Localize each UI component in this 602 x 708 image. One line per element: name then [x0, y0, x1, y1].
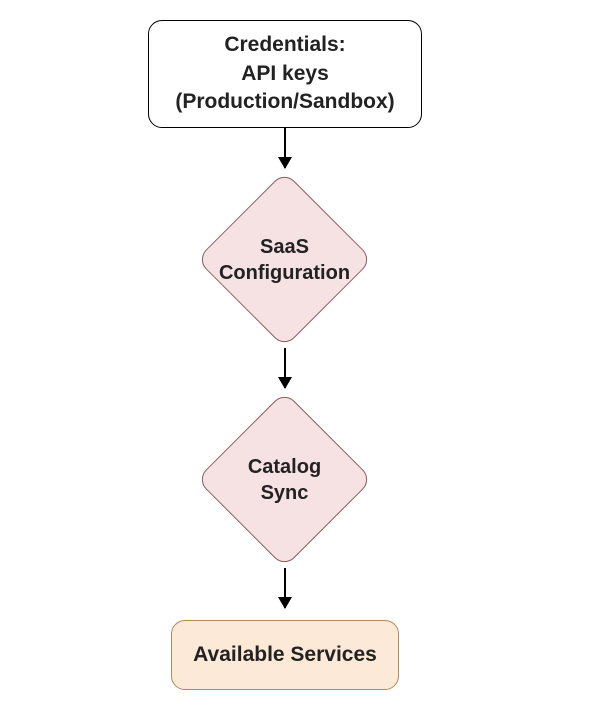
- node-saas-configuration: SaaS Configuration: [222, 197, 347, 322]
- node-credentials-title: Credentials:: [224, 31, 345, 59]
- node-saas-configuration-label: SaaS Configuration: [222, 197, 347, 322]
- arrow-credentials-to-saas: [284, 128, 286, 168]
- arrow-catalog-to-services: [284, 568, 286, 608]
- node-catalog-sync-label: Catalog Sync: [222, 417, 347, 542]
- flowchart-canvas: Credentials: API keys (Production/Sandbo…: [0, 0, 602, 708]
- node-catalog-sync: Catalog Sync: [222, 417, 347, 542]
- node-available-services-label: Available Services: [193, 641, 377, 669]
- arrow-saas-to-catalog: [284, 348, 286, 388]
- node-available-services: Available Services: [171, 620, 399, 690]
- node-credentials: Credentials: API keys (Production/Sandbo…: [148, 20, 422, 128]
- node-credentials-subtitle: API keys (Production/Sandbox): [161, 60, 409, 117]
